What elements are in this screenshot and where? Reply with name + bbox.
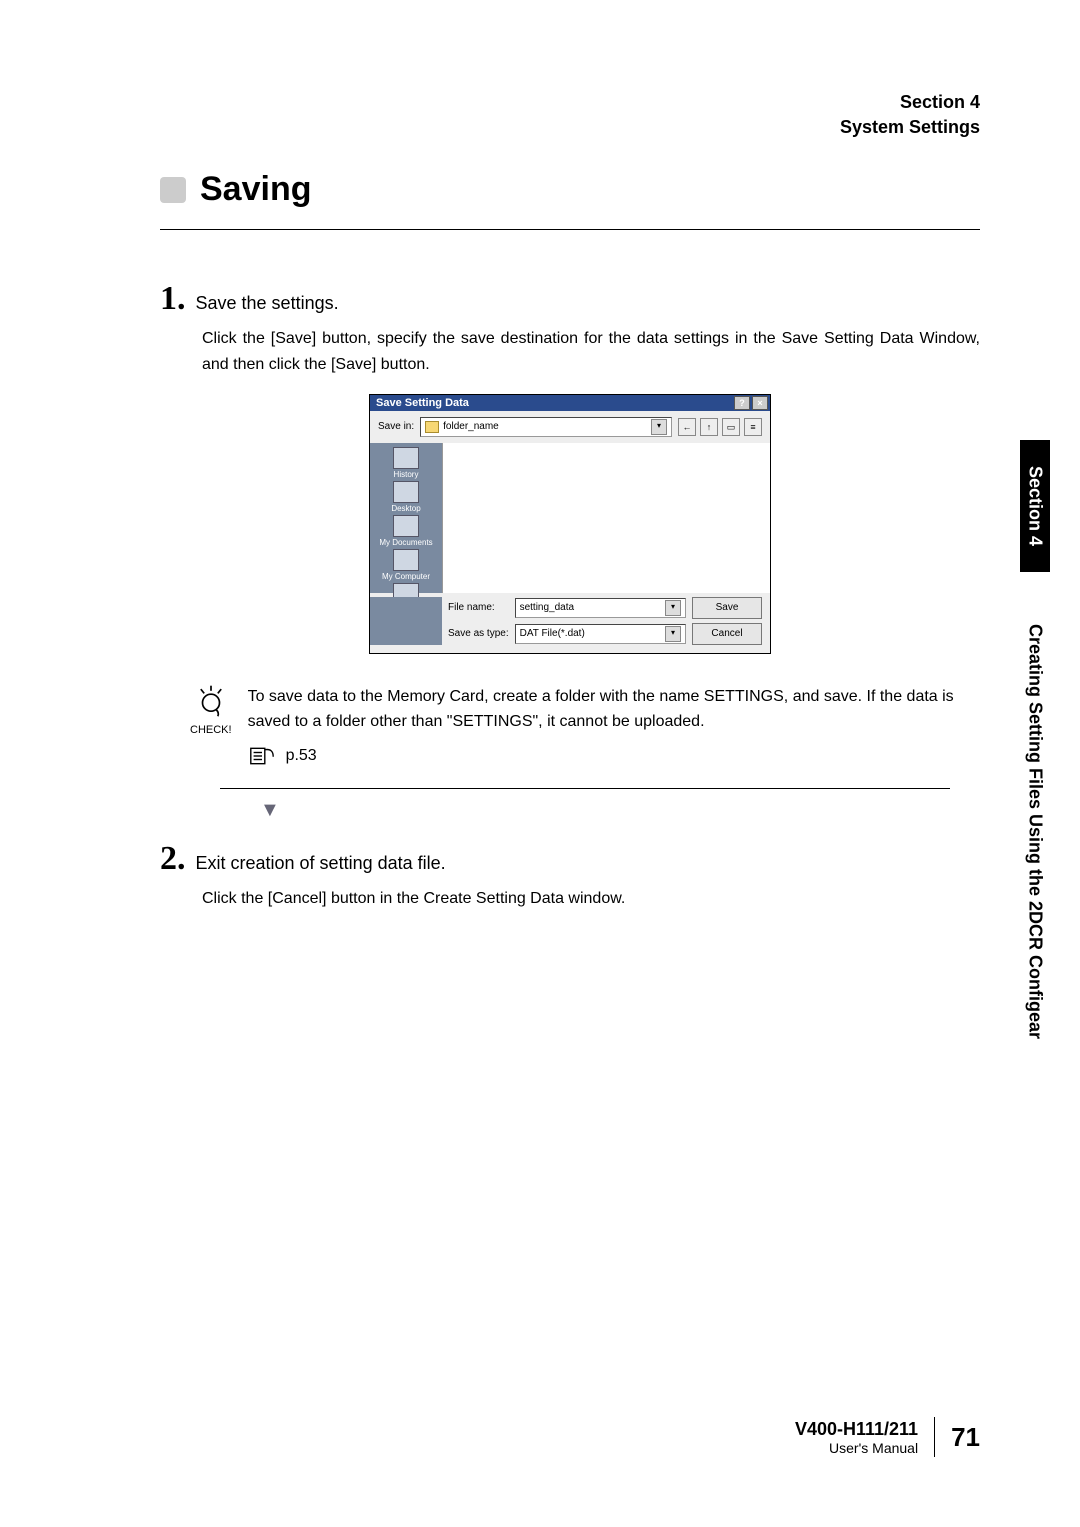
step-2-number: 2. <box>160 840 186 878</box>
places-desktop[interactable]: Desktop <box>391 481 420 513</box>
back-icon[interactable]: ← <box>678 418 696 436</box>
divider <box>220 788 950 789</box>
section-subtitle: System Settings <box>160 115 980 140</box>
up-folder-icon[interactable]: ↑ <box>700 418 718 436</box>
step-1-body: Click the [Save] button, specify the sav… <box>202 326 980 377</box>
dialog-title: Save Setting Data <box>376 397 469 409</box>
note-text: To save data to the Memory Card, create … <box>248 684 980 735</box>
footer-separator <box>934 1417 935 1457</box>
reference-icon <box>248 745 276 767</box>
side-tab-title: Creating Setting Files Using the 2DCR Co… <box>1025 624 1046 1039</box>
title-bullet <box>160 177 186 203</box>
file-name-input[interactable]: setting_data▾ <box>515 598 686 618</box>
save-in-select[interactable]: folder_name ▾ <box>420 417 672 437</box>
view-menu-icon[interactable]: ≡ <box>744 418 762 436</box>
save-dialog: Save Setting Data ? × Save in: folder_na… <box>369 394 771 654</box>
save-button[interactable]: Save <box>692 597 762 619</box>
folder-icon <box>425 421 439 433</box>
reference-page: p.53 <box>286 743 317 769</box>
places-computer[interactable]: My Computer <box>382 549 430 581</box>
folder-name: folder_name <box>443 421 499 432</box>
page-title: Saving <box>200 170 311 209</box>
close-button[interactable]: × <box>752 396 768 410</box>
help-button[interactable]: ? <box>734 396 750 410</box>
model-number: V400-H111/211 <box>795 1419 918 1440</box>
cancel-button[interactable]: Cancel <box>692 623 762 645</box>
new-folder-icon[interactable]: ▭ <box>722 418 740 436</box>
file-name-label: File name: <box>448 602 509 613</box>
step-1-number: 1. <box>160 280 186 318</box>
check-label: CHECK! <box>190 722 232 740</box>
section-label: Section 4 <box>160 90 980 115</box>
save-type-select[interactable]: DAT File(*.dat)▾ <box>515 624 686 644</box>
manual-label: User's Manual <box>795 1440 918 1456</box>
save-in-label: Save in: <box>378 421 414 432</box>
file-list-area[interactable] <box>442 443 770 593</box>
side-tab-section: Section 4 <box>1020 440 1050 572</box>
step-2-body: Click the [Cancel] button in the Create … <box>202 886 980 912</box>
places-history[interactable]: History <box>393 447 419 479</box>
step-1-title: Save the settings. <box>196 293 339 314</box>
check-icon: CHECK! <box>190 684 232 769</box>
divider <box>160 229 980 230</box>
down-arrow-icon: ▼ <box>260 799 980 822</box>
step-2-title: Exit creation of setting data file. <box>196 853 446 874</box>
save-type-label: Save as type: <box>448 628 509 639</box>
places-documents[interactable]: My Documents <box>379 515 432 547</box>
places-bar: History Desktop My Documents My Computer… <box>370 443 442 593</box>
page-number: 71 <box>951 1422 980 1453</box>
chevron-down-icon[interactable]: ▾ <box>651 419 667 435</box>
